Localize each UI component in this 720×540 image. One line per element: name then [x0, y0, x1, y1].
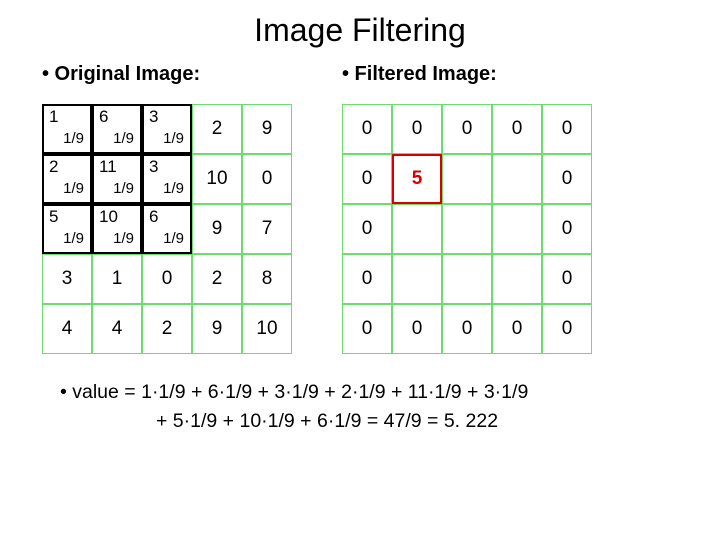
filtered-label: • Filtered Image: [342, 63, 592, 86]
filt-cell: 0 [392, 104, 442, 154]
orig-cell: 4 [92, 304, 142, 354]
orig-cell: 3 [42, 254, 92, 304]
orig-value: 5 [49, 207, 58, 227]
orig-cell: 2 [142, 304, 192, 354]
filt-cell [492, 204, 542, 254]
filt-cell: 0 [542, 104, 592, 154]
orig-cell: 11 [92, 154, 142, 204]
filt-cell: 0 [342, 304, 392, 354]
filt-cell: 0 [542, 204, 592, 254]
orig-cell: 1 [42, 104, 92, 154]
orig-cell: 6 [92, 104, 142, 154]
filt-cell: 0 [442, 104, 492, 154]
orig-value: 2 [49, 157, 58, 177]
orig-value: 1 [49, 107, 58, 127]
filt-cell: 0 [492, 104, 542, 154]
orig-cell: 0 [142, 254, 192, 304]
orig-value: 10 [99, 207, 118, 227]
orig-value: 3 [149, 107, 158, 127]
orig-value: 6 [149, 207, 158, 227]
orig-cell: 9 [192, 304, 242, 354]
orig-cell: 10 [92, 204, 142, 254]
filt-cell: 0 [392, 304, 442, 354]
filt-cell [492, 154, 542, 204]
filt-cell [492, 254, 542, 304]
orig-cell: 10 [242, 304, 292, 354]
filt-cell: 0 [492, 304, 542, 354]
orig-cell: 2 [42, 154, 92, 204]
filt-cell: 0 [342, 204, 392, 254]
calculation-text: • value = 1·1/9 + 6·1/9 + 3·1/9 + 2·1/9 … [60, 378, 660, 437]
orig-cell: 6 [142, 204, 192, 254]
orig-cell: 9 [242, 104, 292, 154]
filt-cell [442, 254, 492, 304]
filt-cell [392, 204, 442, 254]
orig-cell: 3 [142, 154, 192, 204]
orig-value: 6 [99, 107, 108, 127]
filt-cell: 0 [342, 154, 392, 204]
filt-cell: 0 [342, 254, 392, 304]
filt-cell: 0 [542, 254, 592, 304]
orig-cell: 9 [192, 204, 242, 254]
filt-cell: 0 [542, 154, 592, 204]
orig-cell: 2 [192, 254, 242, 304]
orig-cell: 3 [142, 104, 192, 154]
filt-cell [442, 154, 492, 204]
orig-cell: 2 [192, 104, 242, 154]
filt-cell [392, 254, 442, 304]
orig-cell: 5 [42, 204, 92, 254]
page-title: Image Filtering [24, 12, 696, 49]
orig-value: 11 [99, 157, 117, 177]
filtered-grid: 00000050000000000 [342, 104, 592, 354]
filt-cell: 0 [442, 304, 492, 354]
original-label: • Original Image: [42, 63, 292, 86]
original-grid: 163292113100510697310284429101/91/91/91/… [42, 104, 292, 354]
orig-value: 3 [149, 157, 158, 177]
filtered-column: • Filtered Image: 00000050000000000 [342, 63, 592, 354]
original-column: • Original Image: 1632921131005106973102… [42, 63, 292, 354]
filt-cell: 0 [542, 304, 592, 354]
orig-cell: 10 [192, 154, 242, 204]
filt-cell: 5 [392, 154, 442, 204]
orig-cell: 1 [92, 254, 142, 304]
orig-cell: 4 [42, 304, 92, 354]
filt-cell: 0 [342, 104, 392, 154]
filt-cell [442, 204, 492, 254]
orig-cell: 0 [242, 154, 292, 204]
orig-cell: 7 [242, 204, 292, 254]
orig-cell: 8 [242, 254, 292, 304]
